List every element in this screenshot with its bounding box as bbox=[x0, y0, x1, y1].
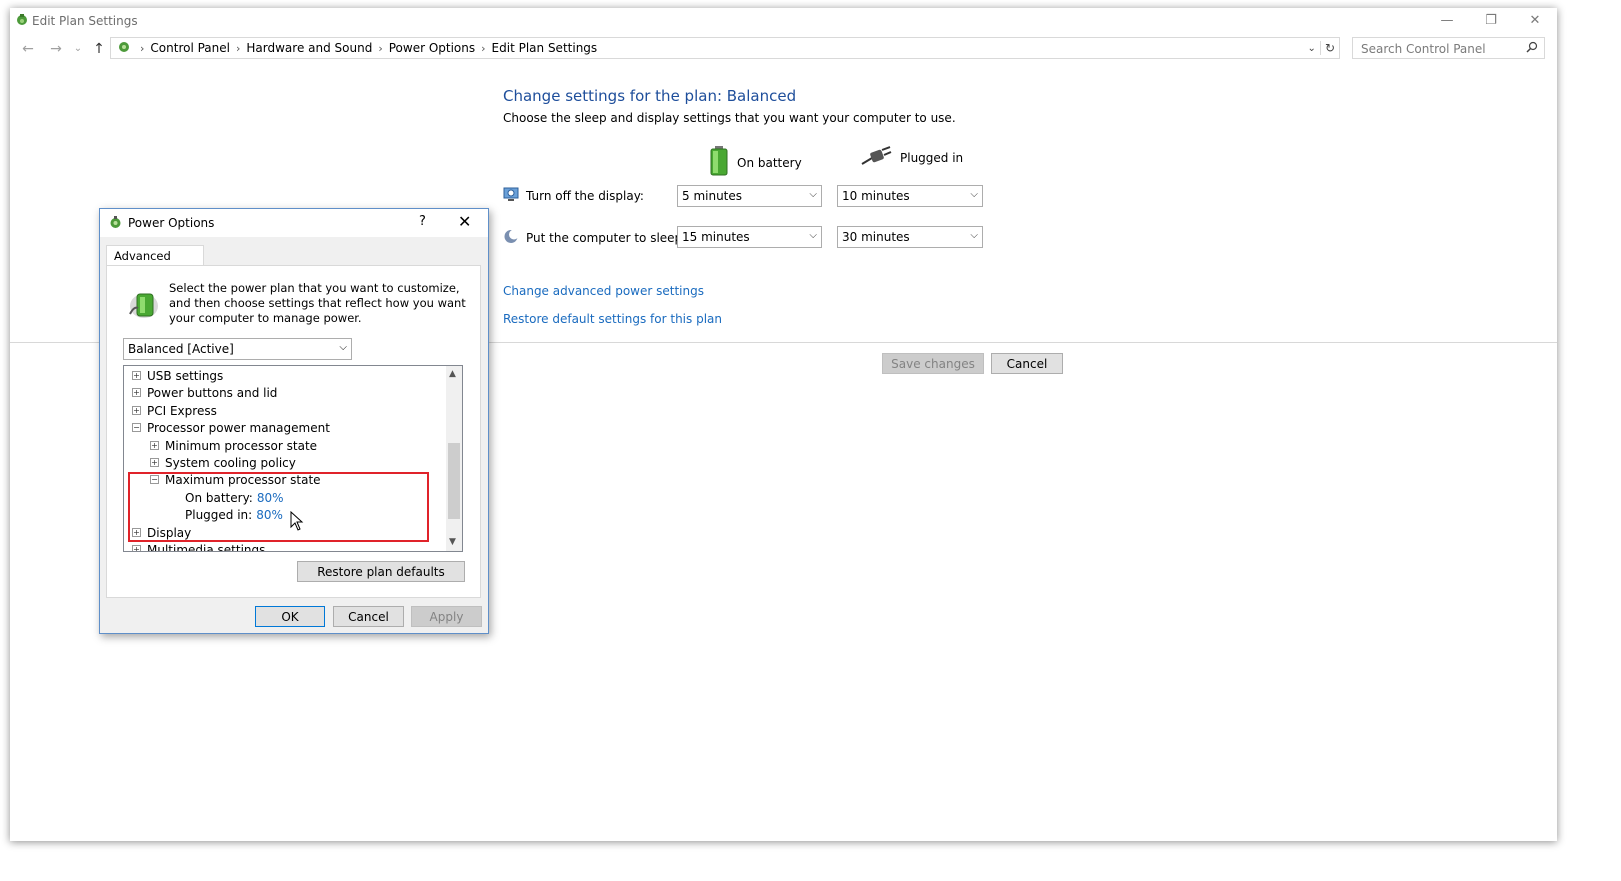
tree-item-label: System cooling policy bbox=[165, 455, 296, 470]
breadcrumb-hardware-and-sound[interactable]: Hardware and Sound bbox=[240, 41, 378, 55]
breadcrumb-power-options[interactable]: Power Options bbox=[383, 41, 481, 55]
mouse-cursor-icon bbox=[290, 510, 304, 534]
battery-column-label: On battery bbox=[737, 155, 802, 170]
expand-icon[interactable]: + bbox=[150, 441, 159, 450]
up-arrow-icon[interactable]: ↑ bbox=[89, 40, 109, 58]
tree-item-label: Power buttons and lid bbox=[147, 385, 278, 400]
battery-icon bbox=[709, 146, 729, 179]
power-plug-icon bbox=[860, 146, 892, 169]
control-panel-location-icon bbox=[116, 40, 132, 57]
tree-item-label: USB settings bbox=[147, 368, 224, 383]
tree-item-label: Processor power management bbox=[147, 420, 330, 435]
display-timeout-icon bbox=[503, 187, 520, 205]
chevron-down-icon: ⌵ bbox=[339, 342, 347, 353]
display-plugged-select[interactable]: 10 minutes ⌵ bbox=[837, 185, 983, 207]
power-plan-value: Balanced [Active] bbox=[128, 342, 234, 356]
advanced-settings-panel: Select the power plan that you want to c… bbox=[106, 265, 481, 598]
save-changes-button[interactable]: Save changes bbox=[882, 353, 984, 374]
tree-item-pci-express[interactable]: + PCI Express bbox=[132, 402, 217, 419]
power-options-dialog: Power Options ? ✕ Advanced settings Sele… bbox=[99, 208, 489, 634]
display-setting-row: Turn off the display: bbox=[503, 187, 644, 205]
search-icon[interactable] bbox=[1526, 41, 1538, 56]
tree-item-cooling-policy[interactable]: + System cooling policy bbox=[150, 454, 296, 471]
minimize-button[interactable]: — bbox=[1425, 8, 1469, 32]
tree-item-label: Multimedia settings bbox=[147, 542, 266, 552]
dialog-cancel-button[interactable]: Cancel bbox=[333, 606, 404, 627]
forward-arrow-icon[interactable]: → bbox=[46, 40, 66, 58]
dialog-title-bar: Power Options ? ✕ bbox=[100, 209, 488, 237]
address-bar[interactable]: › Control Panel › Hardware and Sound › P… bbox=[110, 37, 1340, 59]
scroll-up-icon[interactable]: ▲ bbox=[449, 369, 456, 379]
cancel-button[interactable]: Cancel bbox=[991, 353, 1063, 374]
expand-icon[interactable]: + bbox=[132, 388, 141, 397]
column-header-battery: On battery bbox=[709, 146, 802, 179]
navigation-bar: ← → ⌄ ↑ › Control Panel › Hardware and S… bbox=[10, 36, 1557, 62]
display-battery-select[interactable]: 5 minutes ⌵ bbox=[677, 185, 822, 207]
search-box[interactable] bbox=[1352, 37, 1545, 59]
sleep-battery-value: 15 minutes bbox=[682, 230, 750, 244]
chevron-down-icon: ⌵ bbox=[970, 230, 978, 241]
dialog-title: Power Options bbox=[128, 216, 215, 230]
column-header-plugged: Plugged in bbox=[860, 146, 963, 169]
tab-advanced-settings[interactable]: Advanced settings bbox=[106, 245, 204, 277]
expand-icon[interactable]: + bbox=[150, 458, 159, 467]
window-title: Edit Plan Settings bbox=[32, 14, 138, 28]
dialog-instructions: Select the power plan that you want to c… bbox=[169, 281, 466, 325]
sleep-plugged-select[interactable]: 30 minutes ⌵ bbox=[837, 226, 983, 248]
advanced-power-settings-link[interactable]: Change advanced power settings bbox=[503, 284, 704, 298]
power-plan-select[interactable]: Balanced [Active] ⌵ bbox=[123, 338, 352, 360]
sleep-setting-label: Put the computer to sleep: bbox=[526, 231, 687, 245]
scroll-down-icon[interactable]: ▼ bbox=[449, 537, 456, 547]
sleep-plugged-value: 30 minutes bbox=[842, 230, 910, 244]
sleep-setting-row: Put the computer to sleep: bbox=[503, 229, 686, 247]
breadcrumb-edit-plan-settings[interactable]: Edit Plan Settings bbox=[486, 41, 604, 55]
tree-item-min-processor-state[interactable]: + Minimum processor state bbox=[150, 437, 317, 454]
tree-item-usb-settings[interactable]: + USB settings bbox=[132, 367, 223, 384]
collapse-icon[interactable]: − bbox=[132, 423, 141, 432]
display-setting-label: Turn off the display: bbox=[526, 189, 644, 203]
power-options-dialog-icon bbox=[108, 215, 123, 233]
expand-icon[interactable]: + bbox=[132, 406, 141, 415]
title-bar: Edit Plan Settings — ❐ ✕ bbox=[10, 8, 1557, 32]
tree-item-power-buttons[interactable]: + Power buttons and lid bbox=[132, 384, 277, 401]
power-options-app-icon bbox=[15, 13, 29, 30]
chevron-down-icon: ⌵ bbox=[809, 230, 817, 241]
back-arrow-icon[interactable]: ← bbox=[18, 40, 38, 58]
tree-item-label: PCI Express bbox=[147, 403, 217, 418]
apply-button[interactable]: Apply bbox=[411, 606, 482, 627]
highlight-box bbox=[128, 472, 429, 542]
refresh-icon[interactable]: ↻ bbox=[1319, 41, 1335, 55]
scrollbar-thumb[interactable] bbox=[448, 443, 460, 519]
page-title: Change settings for the plan: Balanced bbox=[503, 87, 797, 105]
dialog-close-button[interactable]: ✕ bbox=[458, 212, 471, 231]
display-plugged-value: 10 minutes bbox=[842, 189, 910, 203]
address-dropdown-icon[interactable]: ⌄ bbox=[1308, 43, 1316, 54]
plugged-column-label: Plugged in bbox=[900, 150, 964, 165]
tree-item-multimedia[interactable]: + Multimedia settings bbox=[132, 541, 266, 552]
restore-default-settings-link[interactable]: Restore default settings for this plan bbox=[503, 312, 722, 326]
ok-button[interactable]: OK bbox=[255, 606, 325, 627]
tree-item-label: Minimum processor state bbox=[165, 438, 318, 453]
search-input[interactable] bbox=[1359, 39, 1523, 59]
power-plan-icon bbox=[126, 284, 162, 323]
tree-item-processor-power[interactable]: − Processor power management bbox=[132, 419, 330, 436]
chevron-down-icon: ⌵ bbox=[970, 189, 978, 200]
chevron-down-icon: ⌵ bbox=[809, 189, 817, 200]
recent-locations-icon[interactable]: ⌄ bbox=[68, 40, 88, 58]
close-button[interactable]: ✕ bbox=[1513, 8, 1557, 32]
display-battery-value: 5 minutes bbox=[682, 189, 743, 203]
breadcrumb-control-panel[interactable]: Control Panel bbox=[144, 41, 236, 55]
expand-icon[interactable]: + bbox=[132, 371, 141, 380]
restore-button[interactable]: ❐ bbox=[1469, 8, 1513, 32]
sleep-moon-icon bbox=[503, 229, 520, 247]
expand-icon[interactable]: + bbox=[132, 545, 141, 551]
sleep-battery-select[interactable]: 15 minutes ⌵ bbox=[677, 226, 822, 248]
restore-plan-defaults-button[interactable]: Restore plan defaults bbox=[297, 561, 465, 582]
page-description: Choose the sleep and display settings th… bbox=[503, 111, 956, 125]
help-button[interactable]: ? bbox=[419, 214, 426, 229]
tree-scrollbar[interactable]: ▲ ▼ bbox=[446, 366, 462, 551]
